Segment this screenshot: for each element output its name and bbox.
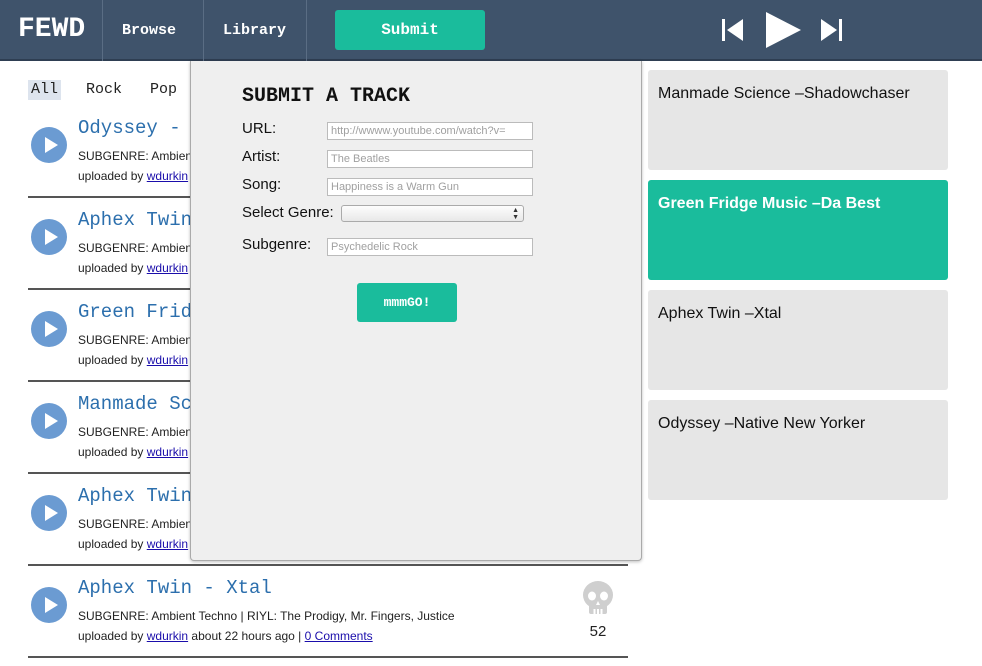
nav-divider	[203, 0, 204, 61]
url-label: URL:	[242, 120, 277, 137]
upload-time: about 22 hours ago |	[188, 629, 305, 643]
track-subgenre: SUBGENRE: Ambient T	[78, 241, 206, 255]
nav-divider	[102, 0, 103, 61]
vote-count: 52	[589, 623, 607, 640]
vote-widget: 52	[580, 580, 616, 640]
play-circle-icon[interactable]	[31, 311, 67, 347]
uploaded-by-text: uploaded by	[78, 537, 147, 551]
comments-link[interactable]: 0 Comments	[305, 629, 373, 643]
uploaded-by-text: uploaded by	[78, 353, 147, 367]
skull-icon[interactable]	[581, 580, 615, 618]
track-uploader: uploaded by wdurkin	[78, 261, 188, 275]
nav-library-link[interactable]: Library	[223, 22, 286, 39]
genre-select-label: Select Genre:	[242, 204, 334, 221]
play-circle-icon[interactable]	[31, 403, 67, 439]
track-subgenre: SUBGENRE: Ambient T	[78, 425, 206, 439]
track-title[interactable]: Odyssey - N	[78, 117, 203, 139]
artist-field[interactable]	[327, 150, 533, 168]
track-subgenre: SUBGENRE: Ambient T	[78, 333, 206, 347]
queue-card[interactable]: Aphex Twin –Xtal	[648, 290, 948, 390]
track-uploader: uploaded by wdurkin	[78, 169, 188, 183]
url-field[interactable]	[327, 122, 533, 140]
track-row: Aphex Twin - Xtal SUBGENRE: Ambient Tech…	[28, 566, 628, 658]
uploaded-by-text: uploaded by	[78, 629, 147, 643]
uploader-link[interactable]: wdurkin	[147, 169, 188, 183]
uploader-link[interactable]: wdurkin	[147, 537, 188, 551]
queue-card-label: Aphex Twin –Xtal	[658, 305, 782, 322]
top-navbar: FEWD Browse Library Submit	[0, 0, 982, 61]
track-title[interactable]: Aphex Twin	[78, 485, 192, 507]
genre-filter-rock[interactable]: Rock	[83, 80, 125, 100]
go-button[interactable]: mmmGO!	[357, 283, 457, 322]
queue-card-label: Manmade Science –Shadowchaser	[658, 85, 910, 102]
submit-track-popup: SUBMIT A TRACK URL: Artist: Song: Select…	[190, 61, 642, 561]
queue-card-active[interactable]: Green Fridge Music –Da Best	[648, 180, 948, 280]
track-subgenre: SUBGENRE: Ambient T	[78, 149, 206, 163]
uploader-link[interactable]: wdurkin	[147, 261, 188, 275]
app-logo[interactable]: FEWD	[18, 14, 85, 45]
track-title[interactable]: Manmade Sc	[78, 393, 192, 415]
play-circle-icon[interactable]	[31, 495, 67, 531]
popup-title: SUBMIT A TRACK	[242, 85, 411, 108]
queue-card[interactable]: Odyssey –Native New Yorker	[648, 400, 948, 500]
track-uploader: uploaded by wdurkin	[78, 353, 188, 367]
subgenre-field[interactable]	[327, 238, 533, 256]
artist-label: Artist:	[242, 148, 281, 165]
track-subgenre: SUBGENRE: Ambient T	[78, 517, 206, 531]
track-subgenre: SUBGENRE: Ambient Techno | RIYL: The Pro…	[78, 609, 455, 623]
play-circle-icon[interactable]	[31, 219, 67, 255]
play-circle-icon[interactable]	[31, 127, 67, 163]
skip-next-icon[interactable]	[820, 18, 842, 42]
uploaded-by-text: uploaded by	[78, 445, 147, 459]
skip-previous-icon[interactable]	[722, 18, 744, 42]
queue-card-label: Odyssey –Native New Yorker	[658, 415, 866, 432]
uploaded-by-text: uploaded by	[78, 169, 147, 183]
nav-divider	[306, 0, 307, 61]
genre-select[interactable]: ▲ ▼	[341, 205, 524, 222]
uploader-link[interactable]: wdurkin	[147, 445, 188, 459]
track-uploader: uploaded by wdurkin	[78, 537, 188, 551]
nav-submit-button[interactable]: Submit	[335, 10, 485, 50]
genre-filter-all[interactable]: All	[28, 80, 62, 100]
track-title[interactable]: Green Fridg	[78, 301, 203, 323]
genre-filter-pop[interactable]: Pop	[147, 80, 180, 100]
uploader-link[interactable]: wdurkin	[147, 353, 188, 367]
song-label: Song:	[242, 176, 282, 193]
song-field[interactable]	[327, 178, 533, 196]
select-arrows-icon: ▲ ▼	[512, 207, 519, 221]
subgenre-label: Subgenre:	[242, 236, 312, 253]
play-circle-icon[interactable]	[31, 587, 67, 623]
play-icon[interactable]	[764, 12, 802, 48]
nav-browse-link[interactable]: Browse	[122, 22, 176, 39]
queue-card[interactable]: Manmade Science –Shadowchaser	[648, 70, 948, 170]
uploader-link[interactable]: wdurkin	[147, 629, 188, 643]
track-title[interactable]: Aphex Twin	[78, 209, 192, 231]
track-uploader: uploaded by wdurkin about 22 hours ago |…	[78, 629, 373, 643]
track-uploader: uploaded by wdurkin	[78, 445, 188, 459]
track-title[interactable]: Aphex Twin - Xtal	[78, 577, 272, 599]
queue-card-label: Green Fridge Music –Da Best	[658, 195, 881, 212]
uploaded-by-text: uploaded by	[78, 261, 147, 275]
